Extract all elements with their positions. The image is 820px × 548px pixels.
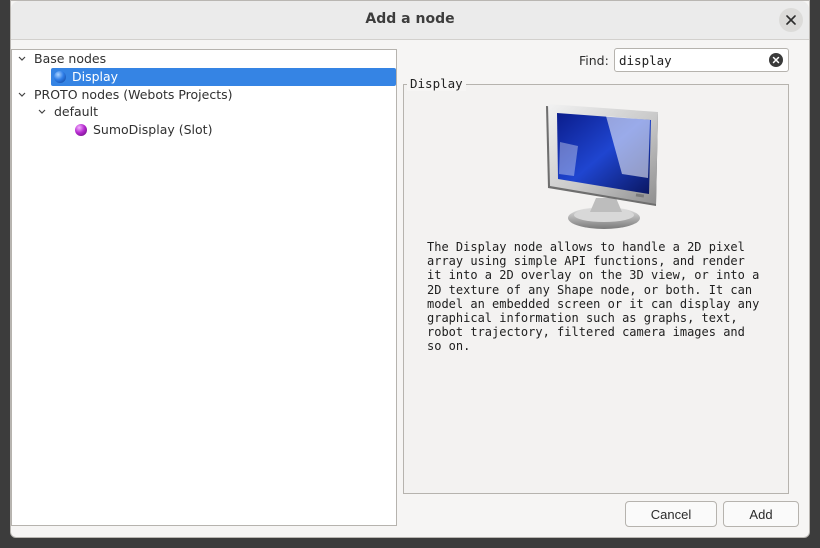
cancel-button[interactable]: Cancel: [625, 501, 717, 527]
find-field[interactable]: [614, 48, 789, 72]
tree-item-label: Base nodes: [34, 51, 107, 66]
base-node-icon: [54, 71, 66, 83]
find-label: Find:: [579, 53, 609, 68]
tree-item-sumodisplay[interactable]: SumoDisplay (Slot): [73, 121, 396, 139]
tree-item-label: PROTO nodes (Webots Projects): [34, 87, 233, 102]
tree-item-display[interactable]: Display: [51, 68, 396, 86]
dialog-title: Add a node: [365, 11, 455, 27]
node-description: The Display node allows to handle a 2D p…: [427, 240, 760, 354]
chevron-down-icon[interactable]: [36, 103, 48, 121]
clear-icon: [772, 56, 780, 64]
tree-item-proto-nodes[interactable]: PROTO nodes (Webots Projects): [12, 86, 396, 104]
add-button[interactable]: Add: [723, 501, 799, 527]
tree-item-label: SumoDisplay (Slot): [93, 122, 213, 137]
node-tree[interactable]: Base nodes Display PROTO nodes (Webots P…: [11, 49, 397, 526]
tree-item-default[interactable]: default: [12, 103, 396, 121]
chevron-down-icon[interactable]: [16, 86, 28, 104]
close-button[interactable]: [779, 8, 803, 32]
details-title: Display: [407, 76, 466, 91]
find-input[interactable]: [619, 51, 759, 69]
monitor-icon: [546, 104, 658, 229]
tree-item-label: Display: [72, 69, 119, 84]
tree-item-label: default: [54, 104, 98, 119]
title-bar: Add a node: [11, 1, 809, 40]
close-icon: [786, 15, 796, 25]
clear-search-button[interactable]: [769, 53, 783, 67]
tree-item-base-nodes[interactable]: Base nodes: [12, 50, 396, 68]
chevron-down-icon[interactable]: [16, 50, 28, 68]
proto-node-icon: [75, 124, 87, 136]
